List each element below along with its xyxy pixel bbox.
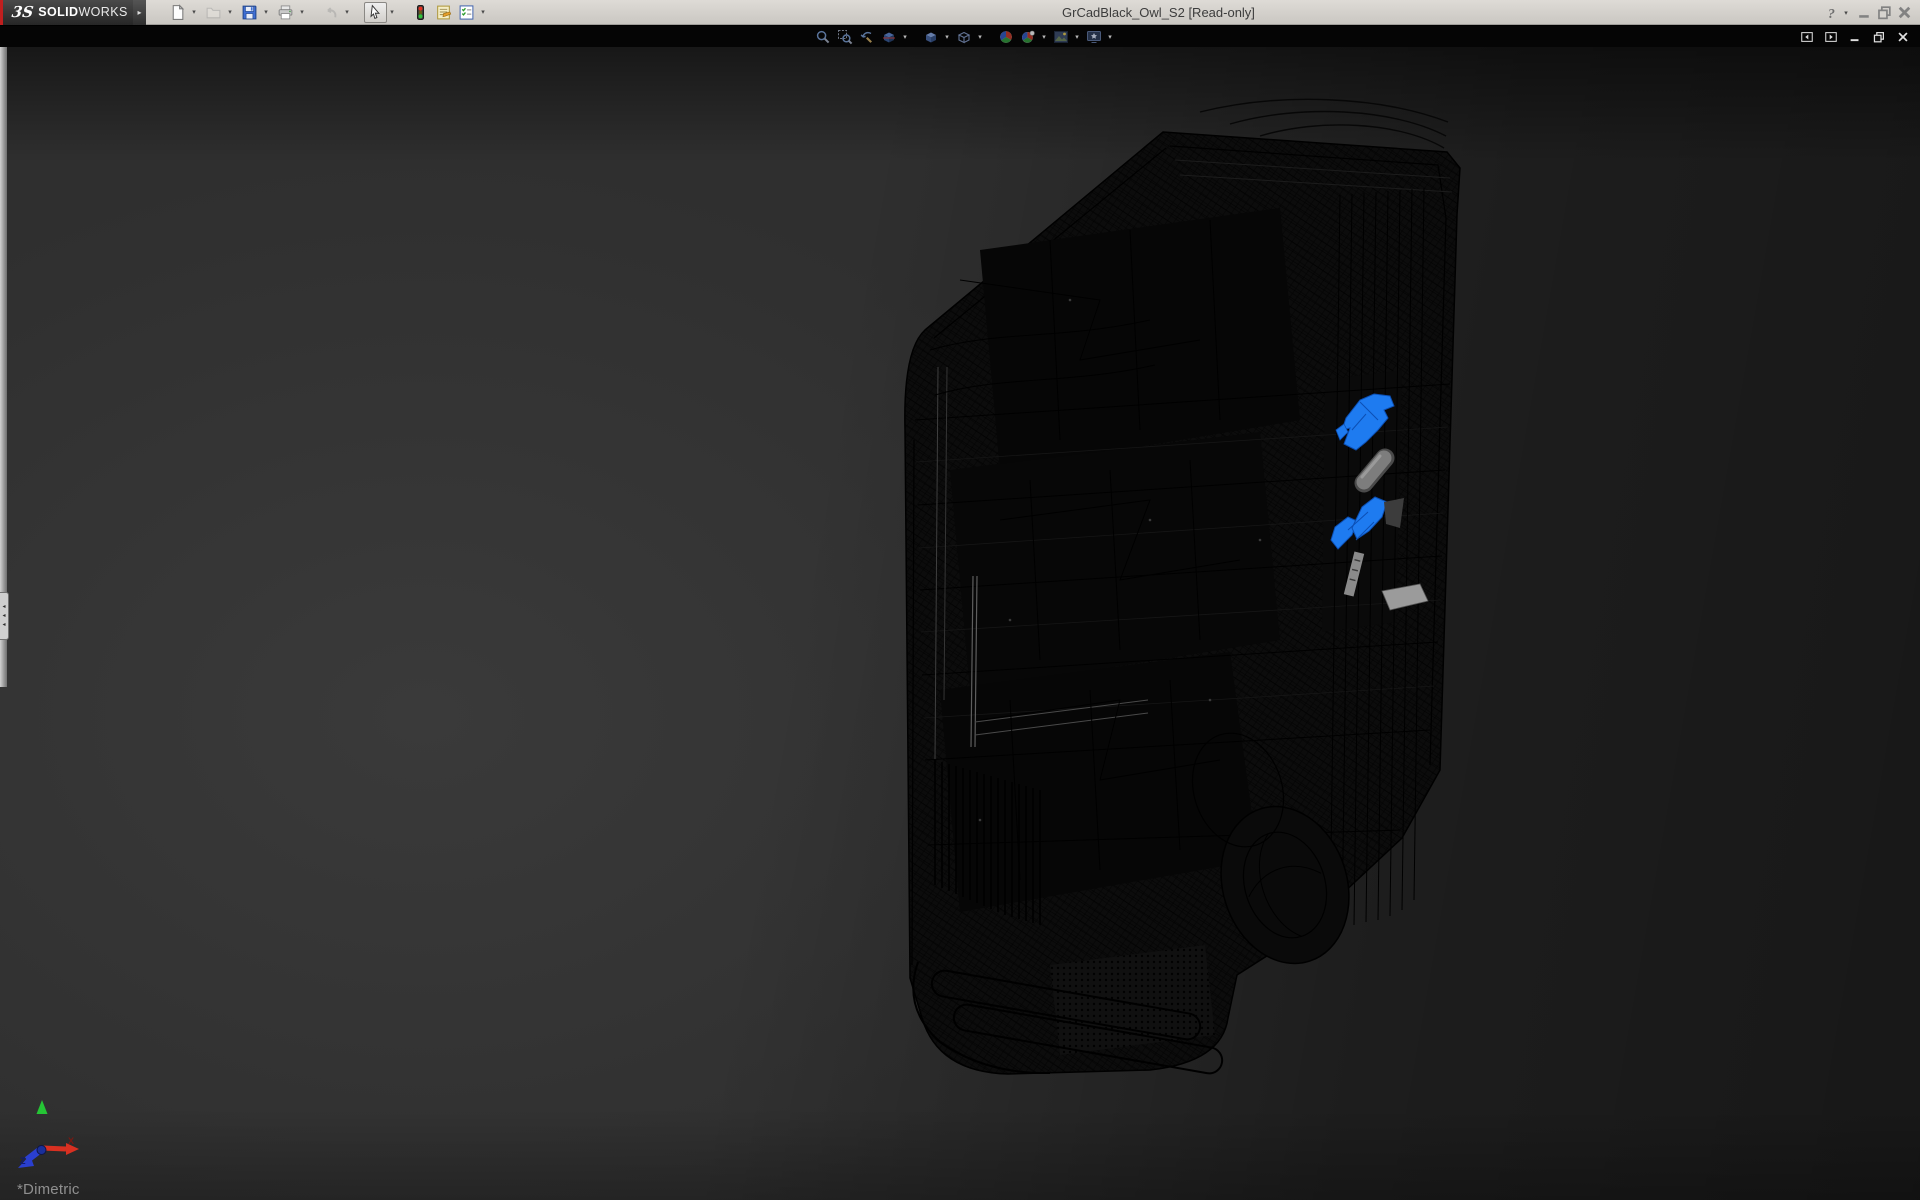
options-icon[interactable] <box>455 2 478 23</box>
triad-y-arrow <box>37 1100 48 1114</box>
hide-show-items-icon[interactable] <box>995 27 1017 46</box>
display-style-icon[interactable] <box>953 27 975 46</box>
dropdown-arrow-icon[interactable]: ▾ <box>297 8 307 16</box>
solidworks-logo: 3S SOLIDWORKS <box>0 0 133 25</box>
pane-expand-right-icon[interactable] <box>1822 28 1840 46</box>
dropdown-arrow-icon[interactable]: ▾ <box>387 8 397 16</box>
orientation-triad: X Z <box>18 1100 79 1168</box>
document-title: GrCadBlack_Owl_S2 [Read-only] <box>1062 0 1255 25</box>
child-minimize-icon[interactable] <box>1846 28 1864 46</box>
dropdown-arrow-icon[interactable]: ▾ <box>1105 33 1115 41</box>
brand-light: WORKS <box>78 5 127 19</box>
minimize-icon[interactable] <box>1854 2 1874 23</box>
brand-bold: SOLID <box>38 5 78 19</box>
expander-arrow-icon: ▸ <box>137 8 141 17</box>
view-orientation-label: *Dimetric <box>17 1181 80 1198</box>
zoom-to-area-icon[interactable] <box>834 27 856 46</box>
save-icon[interactable] <box>238 2 261 23</box>
apply-scene-icon[interactable] <box>1050 27 1072 46</box>
dropdown-arrow-icon[interactable]: ▾ <box>1072 33 1082 41</box>
triad-x-label: X <box>68 1136 74 1146</box>
dropdown-arrow-icon[interactable]: ▾ <box>189 8 199 16</box>
titlebar-window-controls: ?▾ <box>1821 0 1914 25</box>
collapse-arrow-icon: ◂ <box>2 613 5 619</box>
graphics-viewport[interactable]: X Z ◂ ◂ ◂ *Dimetric <box>0 47 1920 1200</box>
dropdown-arrow-icon[interactable]: ▾ <box>1039 33 1049 41</box>
new-document-icon[interactable] <box>166 2 189 23</box>
brand-wordmark: SOLIDWORKS <box>38 5 127 19</box>
wireframe-tower-model[interactable] <box>905 99 1460 1075</box>
standard-toolbar: ▾ ▾ ▾ ▾ ▾ ▾ ▾ <box>146 0 491 25</box>
help-icon[interactable]: ? <box>1821 2 1841 23</box>
select-icon[interactable] <box>364 2 387 23</box>
child-restore-icon[interactable] <box>1870 28 1888 46</box>
undo-icon <box>319 2 342 23</box>
rebuild-traffic-light-icon[interactable] <box>409 2 432 23</box>
dropdown-arrow-icon[interactable]: ▾ <box>975 33 985 41</box>
view-orientation-icon[interactable] <box>920 27 942 46</box>
menu-band: ▾ ▾ ▾ ▾ ▾ ▾ <box>0 26 1920 47</box>
triad-z-label: Z <box>20 1156 26 1166</box>
restore-icon[interactable] <box>1874 2 1894 23</box>
close-icon[interactable] <box>1894 2 1914 23</box>
dropdown-arrow-icon[interactable]: ▾ <box>342 8 352 16</box>
title-bar: 3S SOLIDWORKS ▸ ▾ ▾ ▾ ▾ ▾ ▾ ▾ GrCadBlack_Owl_S… <box>0 0 1920 25</box>
dropdown-arrow-icon[interactable]: ▾ <box>900 33 910 41</box>
view-settings-icon[interactable] <box>1083 27 1105 46</box>
dropdown-arrow-icon[interactable]: ▾ <box>1841 9 1851 17</box>
brand-3ds-glyph: 3S <box>11 3 35 21</box>
triad-origin <box>37 1146 46 1155</box>
pane-expand-left-icon[interactable] <box>1798 28 1816 46</box>
print-icon[interactable] <box>274 2 297 23</box>
featuremanager-collapse-tab[interactable]: ◂ ◂ ◂ <box>0 592 9 640</box>
open-icon <box>202 2 225 23</box>
dropdown-arrow-icon[interactable]: ▾ <box>261 8 271 16</box>
collapse-arrow-icon: ◂ <box>2 604 5 610</box>
model-wireframe-canvas[interactable]: X Z <box>0 47 1920 1200</box>
collapse-arrow-icon: ◂ <box>2 622 5 628</box>
logo-red-accent <box>0 0 3 25</box>
featuremanager-splitter[interactable]: ◂ ◂ ◂ <box>0 47 7 687</box>
child-window-controls <box>1798 27 1912 46</box>
menu-expand-button[interactable]: ▸ <box>133 0 146 25</box>
zoom-to-fit-icon[interactable] <box>812 27 834 46</box>
previous-view-icon[interactable] <box>856 27 878 46</box>
dropdown-arrow-icon[interactable]: ▾ <box>942 33 952 41</box>
dropdown-arrow-icon[interactable]: ▾ <box>225 8 235 16</box>
headsup-view-toolbar: ▾ ▾ ▾ ▾ ▾ ▾ <box>812 27 1116 46</box>
solidworks-window: 3S SOLIDWORKS ▸ ▾ ▾ ▾ ▾ ▾ ▾ ▾ GrCadBlack_Owl_S… <box>0 0 1920 1200</box>
dropdown-arrow-icon[interactable]: ▾ <box>478 8 488 16</box>
edit-appearance-icon[interactable] <box>1017 27 1039 46</box>
svg-text:?: ? <box>1828 6 1835 21</box>
child-close-icon[interactable] <box>1894 28 1912 46</box>
section-view-icon[interactable] <box>878 27 900 46</box>
file-properties-icon[interactable] <box>432 2 455 23</box>
